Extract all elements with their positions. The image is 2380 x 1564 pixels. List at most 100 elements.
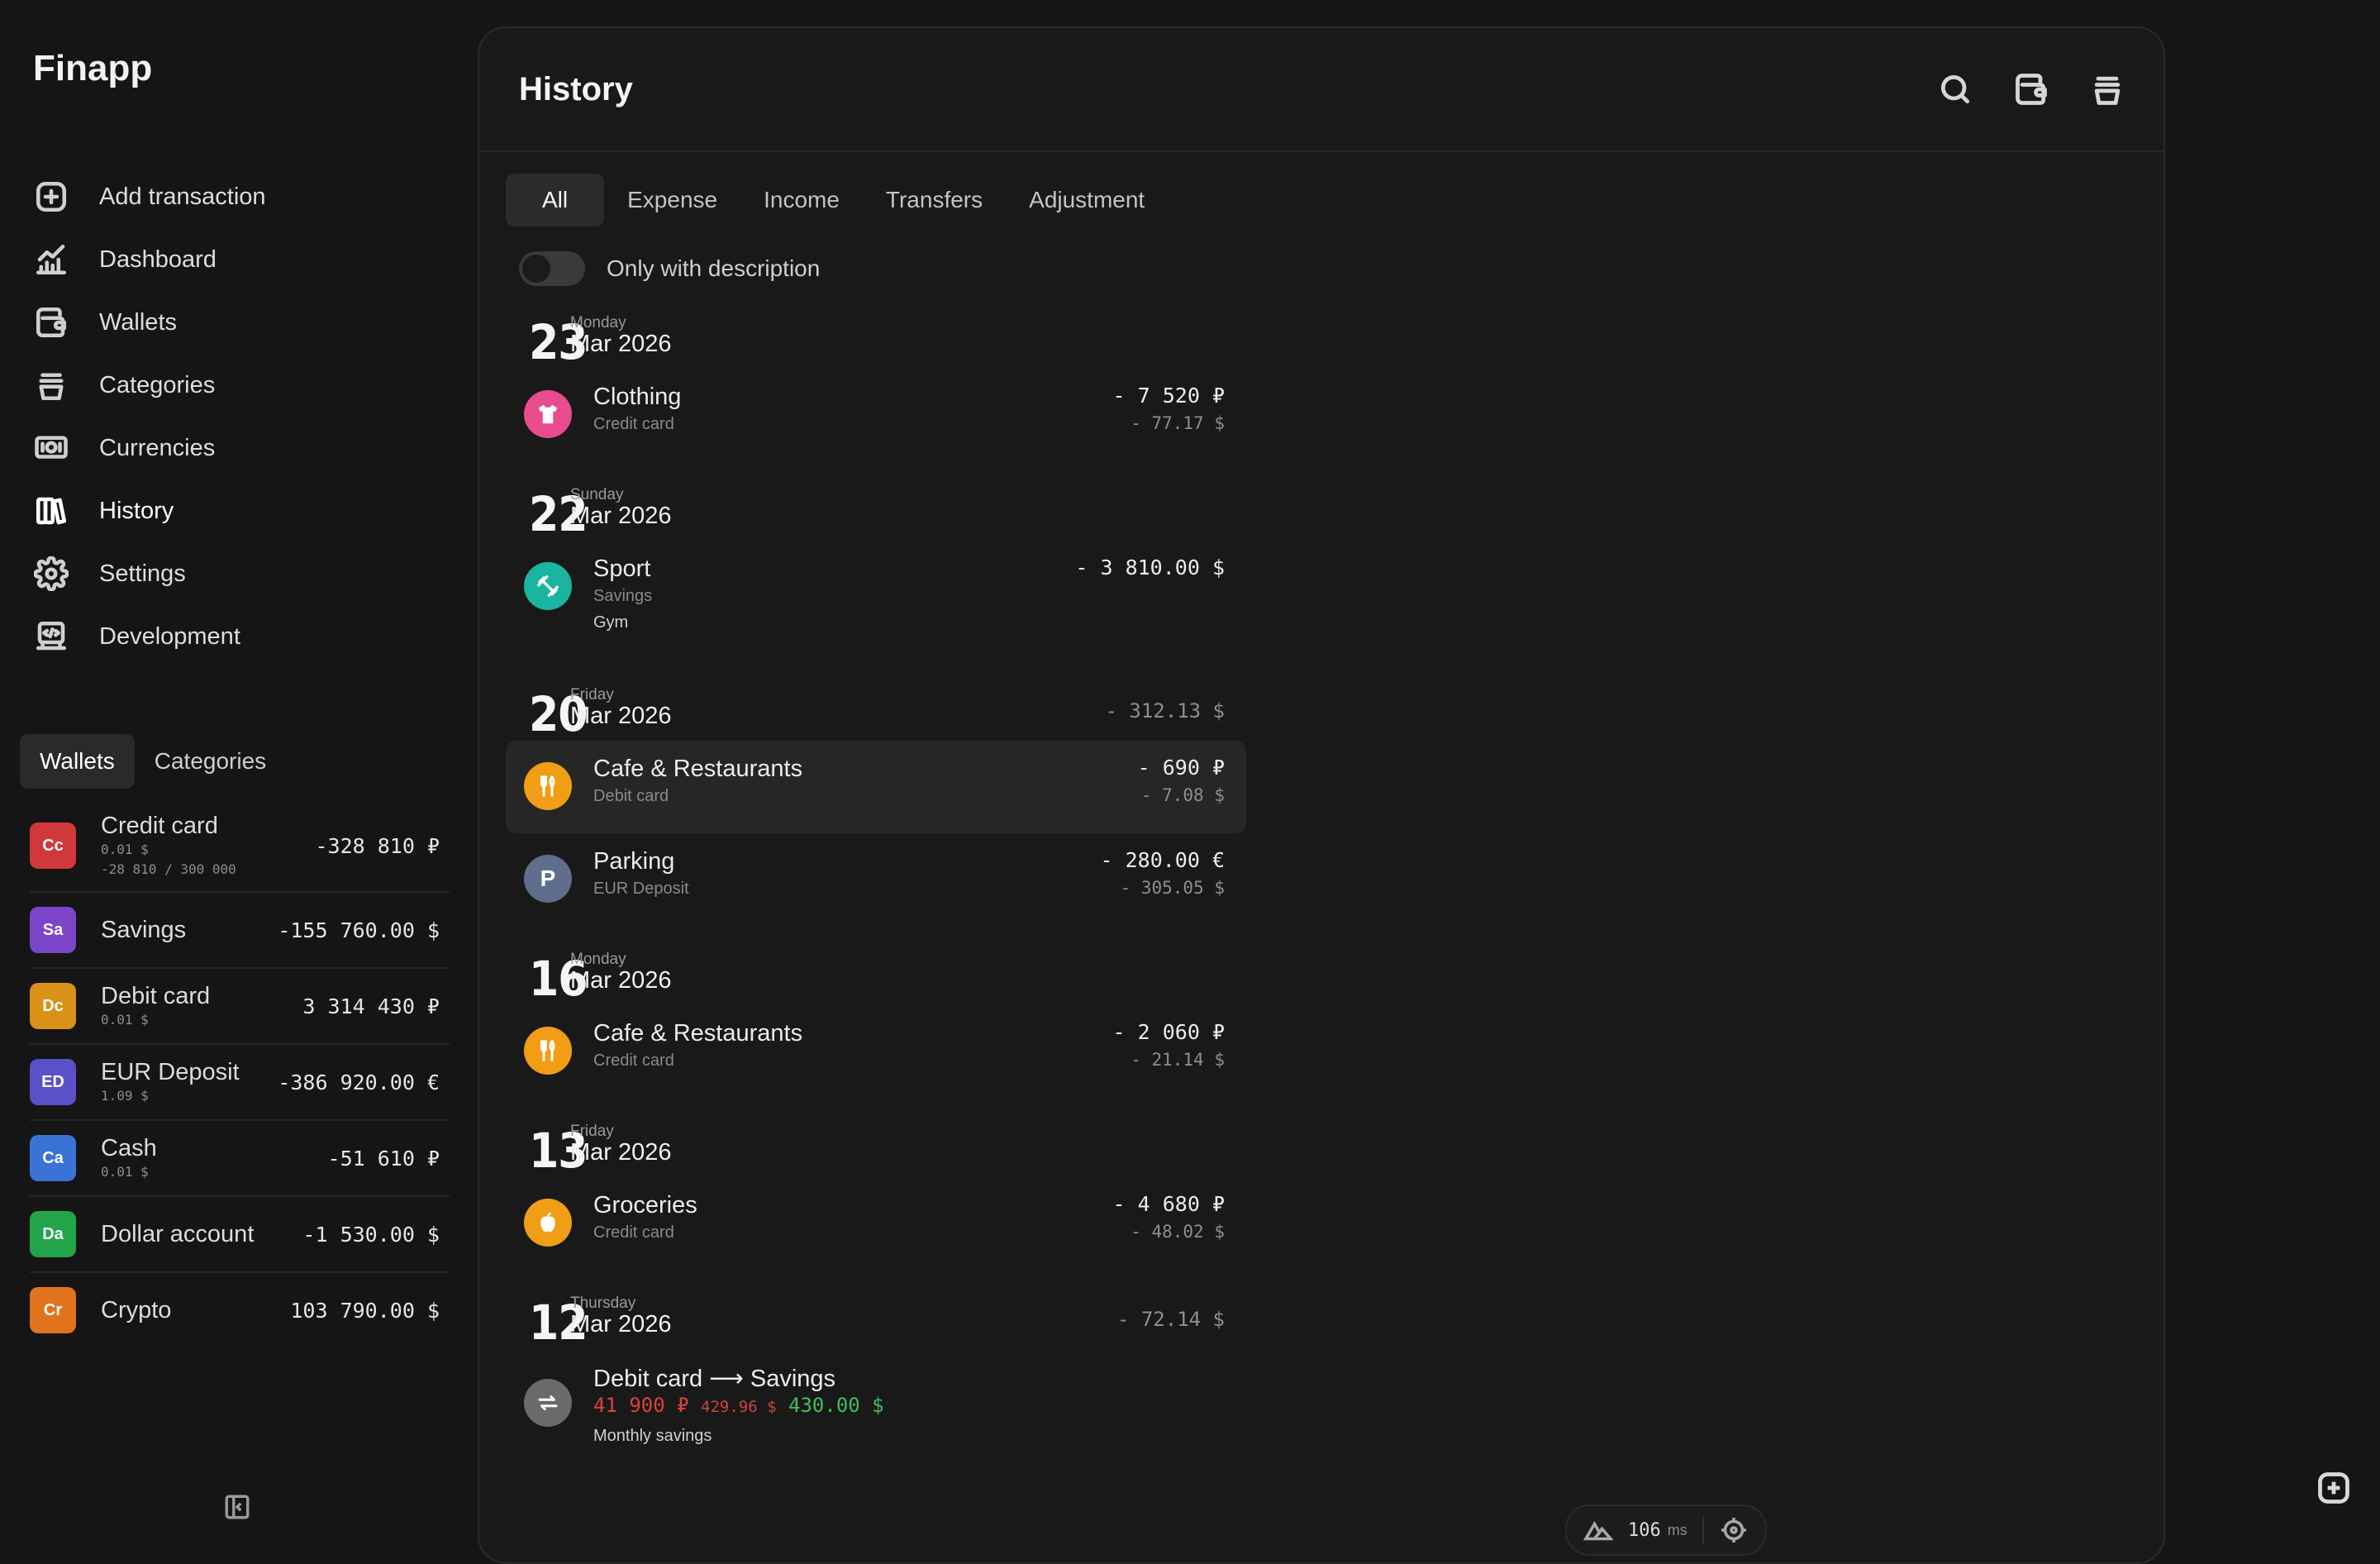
transaction-amount: - 3 810.00 $ bbox=[1075, 556, 1225, 579]
nav-label: Wallets bbox=[99, 308, 177, 336]
transfer-amounts: 41 900 ₽ 429.96 $ 430.00 $ bbox=[593, 1394, 884, 1417]
main-nav: Add transaction Dashboard Wallets Catego… bbox=[33, 165, 266, 668]
collapse-sidebar-button[interactable] bbox=[223, 1493, 251, 1521]
transaction-amount: - 690 ₽ bbox=[1137, 756, 1225, 780]
wallet-filter-button[interactable] bbox=[2013, 71, 2049, 107]
wallet-avatar: Da bbox=[30, 1211, 76, 1257]
transaction-wallet: EUR Deposit bbox=[593, 880, 689, 898]
category-filter-button[interactable] bbox=[2089, 71, 2125, 107]
performance-badge: 106 ms bbox=[1565, 1504, 1767, 1556]
wallet-row[interactable]: Cr Crypto 103 790.00 $ bbox=[30, 1273, 450, 1347]
add-transaction-float-button[interactable] bbox=[2316, 1470, 2352, 1506]
wallet-row[interactable]: ED EUR Deposit 1.09 $ -386 920.00 € bbox=[30, 1045, 450, 1121]
parking-icon: P bbox=[524, 855, 572, 903]
transaction-category: Cafe & Restaurants bbox=[593, 756, 803, 782]
transfer-title: Debit card ⟶ Savings bbox=[593, 1366, 836, 1392]
wallet-row[interactable]: Dc Debit card 0.01 $3 314 430 ₽ bbox=[30, 969, 450, 1045]
wallet-balance: 3 314 430 ₽ bbox=[302, 994, 440, 1018]
nav-item-development[interactable]: Development bbox=[33, 605, 266, 668]
sidebar: Finapp Add transaction Dashboard Wallets… bbox=[0, 0, 463, 1541]
wallet-avatar: Sa bbox=[30, 907, 76, 953]
only-with-description-toggle[interactable] bbox=[519, 251, 585, 286]
transaction-note: Gym bbox=[593, 613, 629, 632]
wallet-row[interactable]: Da Dollar account -1 530.00 $ bbox=[30, 1197, 450, 1273]
tab-wallets[interactable]: Wallets bbox=[20, 734, 135, 789]
nav-item-dashboard[interactable]: Dashboard bbox=[33, 228, 266, 291]
day-month: Mar 2026 bbox=[570, 1311, 672, 1338]
tab-expense[interactable]: Expense bbox=[604, 174, 740, 226]
basket-icon bbox=[2094, 76, 2121, 105]
transaction-amount-converted: - 21.14 $ bbox=[1130, 1050, 1225, 1070]
nav-item-settings[interactable]: Settings bbox=[33, 542, 266, 605]
tab-transfers[interactable]: Transfers bbox=[863, 174, 1006, 226]
transfer-from-converted: 429.96 $ bbox=[701, 1398, 777, 1416]
wallet-row[interactable]: Cc Credit card 0.01 $ -28 810 / 300 000 -328… bbox=[30, 800, 450, 893]
transaction-wallet: Savings bbox=[593, 587, 653, 605]
transaction-amount: - 280.00 € bbox=[1100, 848, 1225, 872]
wallet-icon bbox=[2016, 74, 2047, 105]
tab-categories[interactable]: Categories bbox=[135, 734, 286, 789]
transaction-row[interactable]: P Parking EUR Deposit - 280.00 € - 305.05 $ bbox=[506, 833, 1246, 926]
wallet-avatar: ED bbox=[30, 1059, 76, 1105]
tab-all[interactable]: All bbox=[506, 174, 605, 226]
sidebar-segmented-control: Wallets Categories bbox=[20, 734, 286, 789]
basket-icon bbox=[33, 367, 69, 403]
nav-item-categories[interactable]: Categories bbox=[33, 354, 266, 417]
day-header: 23 Monday Mar 2026 bbox=[506, 311, 1246, 370]
nav-item-history[interactable]: History bbox=[33, 479, 266, 542]
transaction-row[interactable]: Cafe & Restaurants Debit card - 690 ₽ - 7.0… bbox=[506, 741, 1246, 833]
transaction-category: Sport bbox=[593, 556, 651, 582]
panel-header: History bbox=[479, 28, 2163, 152]
transaction-row[interactable]: Cafe & Restaurants Credit card - 2 060 ₽ - … bbox=[506, 1005, 1246, 1098]
day-header: 20 Friday Mar 2026- 312.13 $ bbox=[506, 683, 1246, 742]
transaction-category: Groceries bbox=[593, 1192, 697, 1218]
wallet-row[interactable]: Ca Cash 0.01 $ -51 610 ₽ bbox=[30, 1121, 450, 1197]
plus-square-icon bbox=[33, 179, 69, 215]
wallet-row[interactable]: Sa Savings -155 760.00 $ bbox=[30, 893, 450, 969]
nav-item-wallets[interactable]: Wallets bbox=[33, 291, 266, 354]
wallet-balance: -51 610 ₽ bbox=[327, 1146, 440, 1171]
transaction-row[interactable]: Clothing Credit card - 7 520 ₽ - 77.17 $ bbox=[506, 369, 1246, 461]
day-weekday: Sunday bbox=[570, 486, 624, 503]
transaction-row[interactable]: Groceries Credit card - 4 680 ₽ - 48.02 $ bbox=[506, 1177, 1246, 1270]
wallet-avatar: Ca bbox=[30, 1135, 76, 1181]
page-title: History bbox=[519, 71, 633, 107]
wallet-balance: -328 810 ₽ bbox=[315, 833, 440, 858]
nav-label: Development bbox=[99, 622, 240, 650]
transaction-amount-converted: - 305.05 $ bbox=[1120, 878, 1225, 898]
search-icon bbox=[1940, 74, 1970, 104]
transaction-wallet: Credit card bbox=[593, 415, 674, 433]
nav-label: Add transaction bbox=[99, 183, 266, 210]
transaction-amount-converted: - 7.08 $ bbox=[1140, 785, 1225, 805]
transaction-amount: - 7 520 ₽ bbox=[1112, 384, 1225, 408]
header-actions bbox=[1937, 71, 2125, 107]
transfer-note: Monthly savings bbox=[593, 1427, 712, 1445]
day-weekday: Monday bbox=[570, 951, 626, 968]
books-icon bbox=[33, 493, 69, 529]
wallet-balance: 103 790.00 $ bbox=[290, 1298, 440, 1323]
sidebar-collapse-icon bbox=[225, 1495, 250, 1519]
perf-unit: ms bbox=[1667, 1521, 1687, 1538]
chart-icon bbox=[33, 241, 69, 278]
day-month: Mar 2026 bbox=[570, 331, 672, 357]
apple-icon bbox=[524, 1199, 572, 1247]
transaction-row[interactable]: Sport Savings Gym - 3 810.00 $ bbox=[506, 541, 1246, 661]
wallet-balance: -386 920.00 € bbox=[278, 1070, 440, 1094]
day-weekday: Friday bbox=[570, 686, 614, 703]
day-month: Mar 2026 bbox=[570, 503, 672, 529]
app-logo: Finapp bbox=[33, 48, 153, 88]
transfer-row[interactable]: Debit card ⟶ Savings 41 900 ₽ 429.96 $ 43… bbox=[506, 1349, 1246, 1460]
nav-item-add-transaction[interactable]: Add transaction bbox=[33, 165, 266, 228]
nav-label: Currencies bbox=[99, 434, 216, 461]
nav-item-currencies[interactable]: Currencies bbox=[33, 417, 266, 479]
day-total: - 72.14 $ bbox=[1116, 1308, 1225, 1331]
tab-income[interactable]: Income bbox=[740, 174, 863, 226]
wallet-icon bbox=[33, 304, 69, 341]
history-panel: History All Expense Income Transfers Adj… bbox=[478, 26, 2165, 1564]
day-month: Mar 2026 bbox=[570, 1139, 672, 1166]
transaction-amount: - 4 680 ₽ bbox=[1112, 1192, 1225, 1216]
tab-adjustment[interactable]: Adjustment bbox=[1006, 174, 1168, 226]
search-button[interactable] bbox=[1937, 71, 1973, 107]
day-weekday: Monday bbox=[570, 314, 626, 331]
day-weekday: Thursday bbox=[570, 1295, 636, 1312]
